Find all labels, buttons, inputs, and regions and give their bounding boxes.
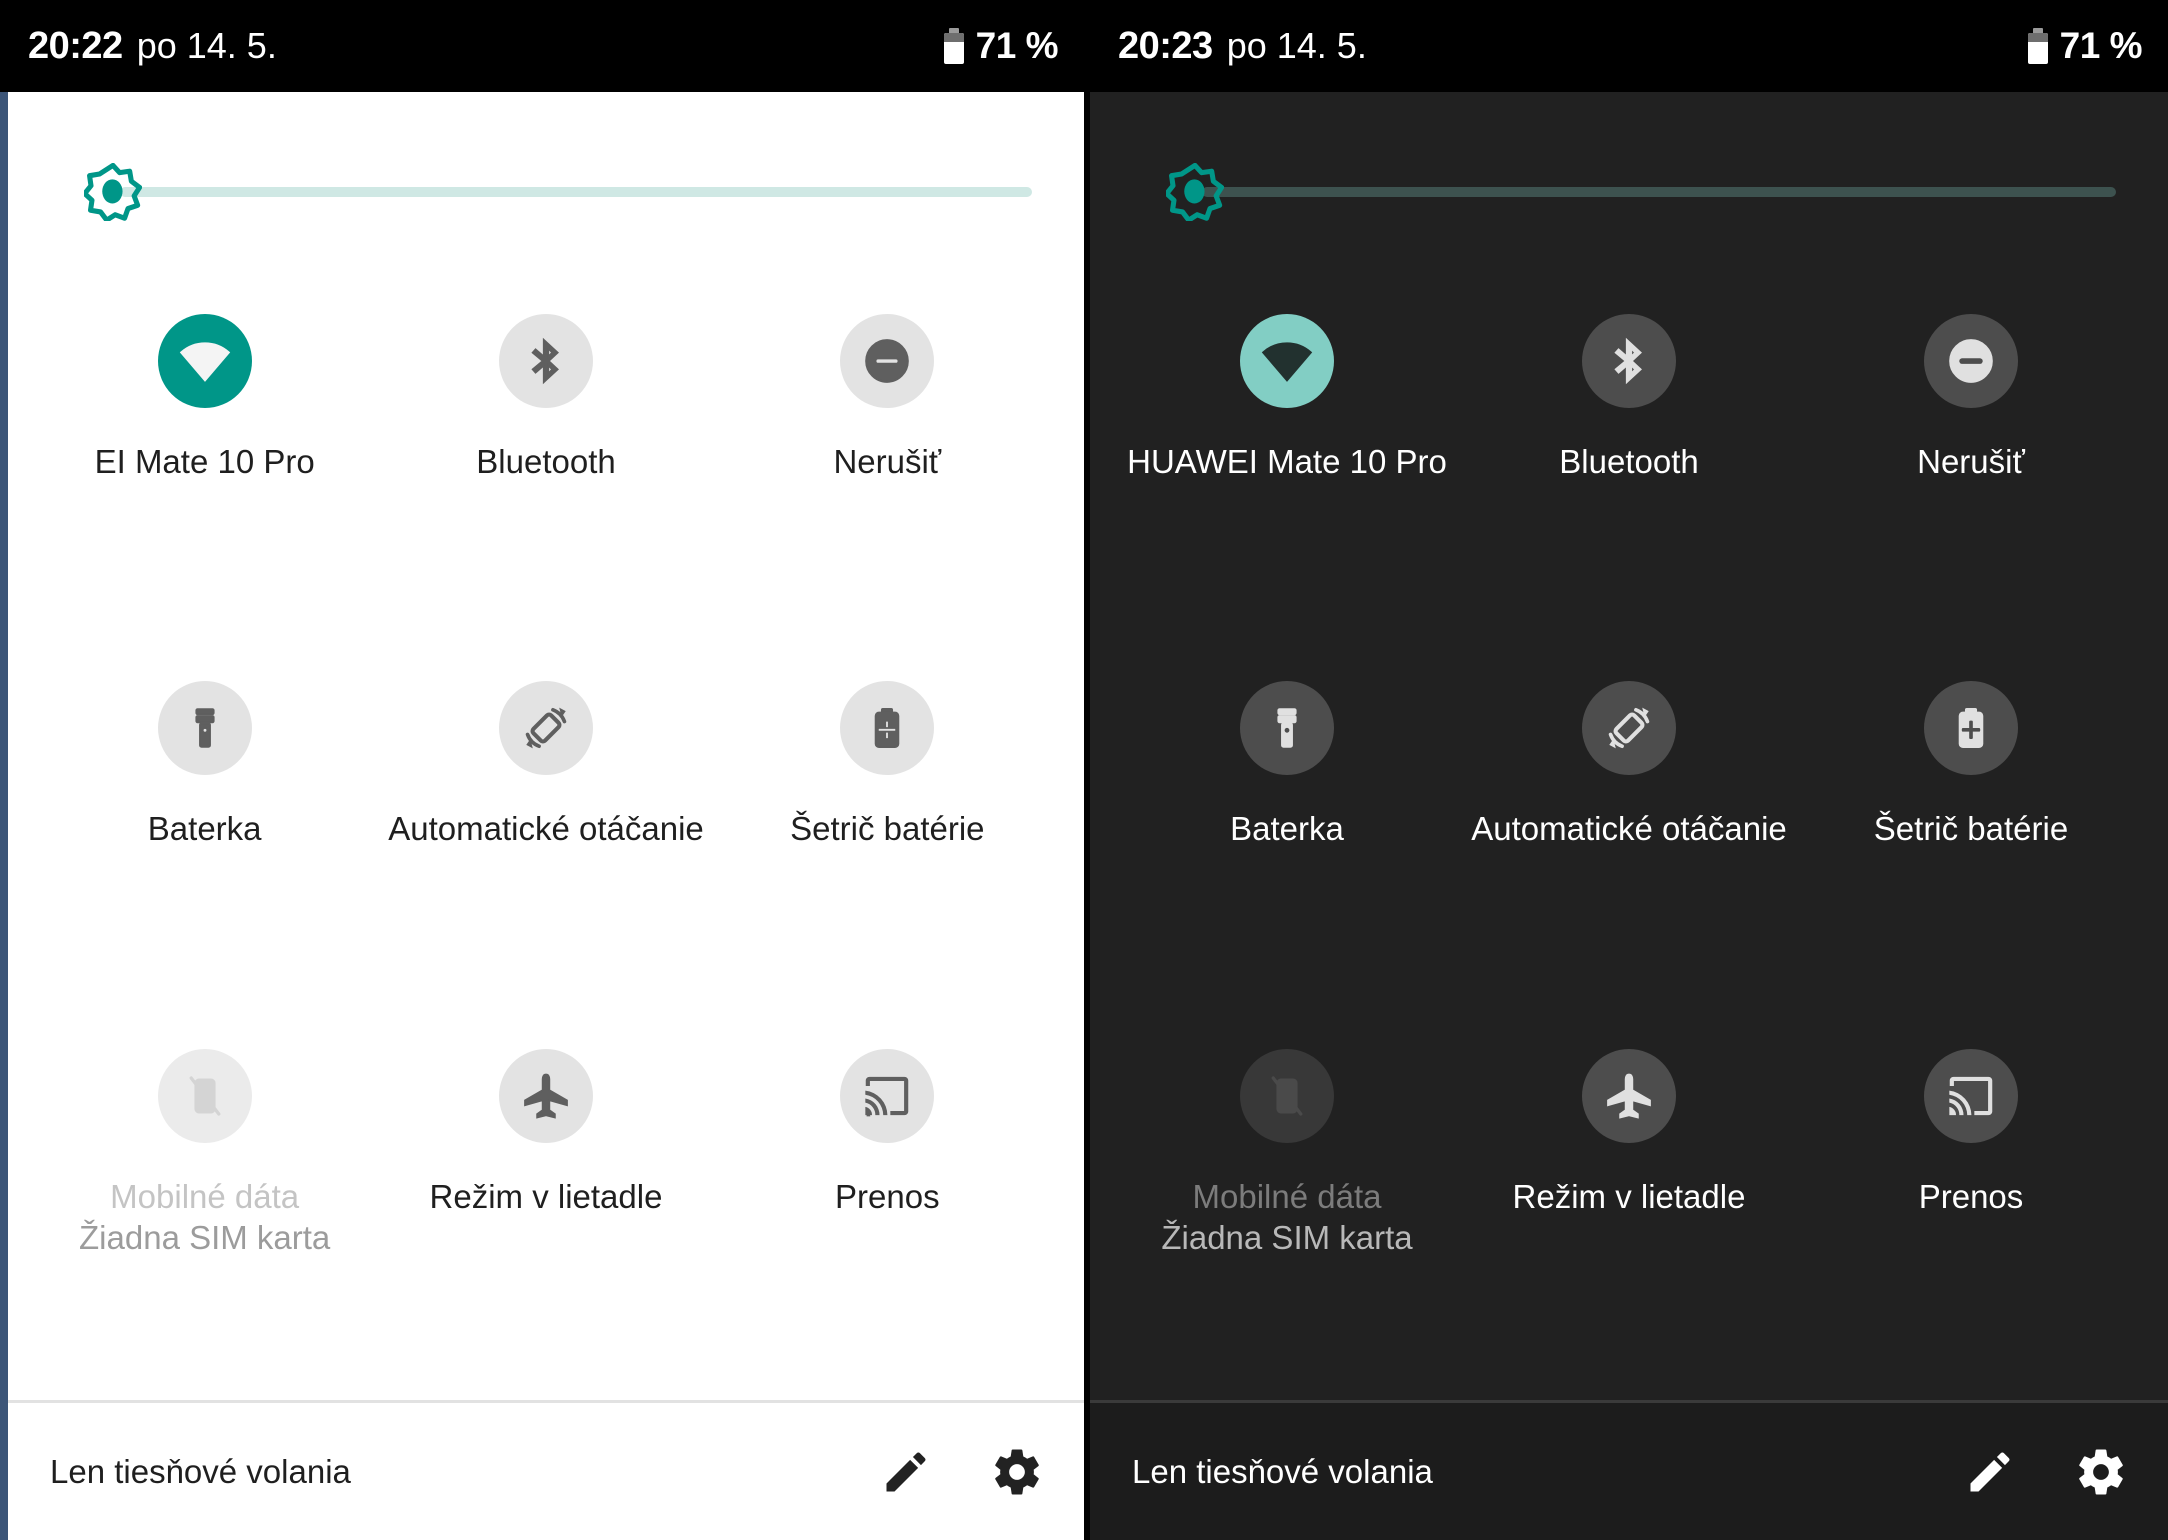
tile-flashlight[interactable]: Baterka xyxy=(1116,665,1458,1032)
status-bar: 20:22 po 14. 5. 71 % xyxy=(0,0,1084,92)
auto-rotate-icon[interactable] xyxy=(1582,681,1676,776)
cast-icon[interactable] xyxy=(840,1048,935,1143)
airplane-icon[interactable] xyxy=(1582,1048,1676,1143)
footer-actions xyxy=(1964,1445,2128,1499)
tile-mobile-data[interactable]: Mobilné dáta Žiadna SIM karta xyxy=(34,1033,375,1400)
status-clock: 20:23 xyxy=(1118,24,1213,67)
tile-sublabel: Žiadna SIM karta xyxy=(79,1218,331,1256)
do-not-disturb-icon[interactable] xyxy=(1924,314,2018,408)
brightness-slider-track[interactable] xyxy=(1202,187,2116,197)
tile-label: Šetrič batérie xyxy=(790,810,985,848)
tile-battery-saver[interactable]: Šetrič batérie xyxy=(717,665,1058,1032)
tile-wifi[interactable]: EI Mate 10 Pro xyxy=(34,298,375,665)
tile-auto-rotate[interactable]: Automatické otáčanie xyxy=(1458,665,1800,1032)
brightness-slider-track[interactable] xyxy=(120,187,1032,197)
flashlight-icon[interactable] xyxy=(1240,681,1334,776)
tile-label: Prenos xyxy=(835,1177,940,1215)
mobile-data-off-icon[interactable] xyxy=(157,1048,252,1143)
tile-bluetooth[interactable]: Bluetooth xyxy=(375,298,716,665)
battery-percentage: 71 % xyxy=(2059,25,2143,66)
do-not-disturb-icon[interactable] xyxy=(840,314,935,408)
dual-panel-comparison: 20:22 po 14. 5. 71 % EI Mate 10 Pro Blue… xyxy=(0,0,2168,1540)
tile-label: Bluetooth xyxy=(476,443,616,480)
status-clock: 20:22 xyxy=(28,24,123,67)
tile-label: Mobilné dáta xyxy=(1192,1177,1382,1215)
tile-flashlight[interactable]: Baterka xyxy=(34,665,375,1032)
tile-mobile-data[interactable]: Mobilné dáta Žiadna SIM karta xyxy=(1116,1033,1458,1400)
tile-label: HUAWEI Mate 10 Pro xyxy=(1127,443,1447,480)
tile-label: EI Mate 10 Pro xyxy=(94,443,315,480)
quick-settings-footer: Len tiesňové volania xyxy=(1090,1400,2168,1540)
status-date: po 14. 5. xyxy=(1226,24,1367,66)
tile-label: Mobilné dáta xyxy=(110,1177,300,1215)
status-bar-right: 71 % xyxy=(2027,25,2143,67)
tile-sublabel: Žiadna SIM karta xyxy=(1161,1218,1413,1256)
brightness-icon[interactable] xyxy=(1166,163,1224,221)
quick-settings-footer: Len tiesňové volania xyxy=(8,1400,1084,1540)
status-date: po 14. 5. xyxy=(136,24,277,66)
auto-rotate-icon[interactable] xyxy=(498,681,593,776)
bluetooth-icon[interactable] xyxy=(1582,314,1676,408)
tile-auto-rotate[interactable]: Automatické otáčanie xyxy=(375,665,716,1032)
flashlight-icon[interactable] xyxy=(157,681,252,776)
tile-cast[interactable]: Prenos xyxy=(717,1033,1058,1400)
airplane-icon[interactable] xyxy=(498,1048,593,1143)
tile-airplane-mode[interactable]: Režim v lietadle xyxy=(375,1033,716,1400)
pencil-icon[interactable] xyxy=(1964,1446,2016,1498)
tile-label: Automatické otáčanie xyxy=(1471,810,1787,848)
pencil-icon[interactable] xyxy=(880,1446,932,1498)
tile-label: Režim v lietadle xyxy=(429,1177,663,1215)
footer-actions xyxy=(880,1445,1044,1499)
gear-icon[interactable] xyxy=(2074,1445,2128,1499)
quick-settings-sheet: HUAWEI Mate 10 Pro Bluetooth Nerušiť Bat… xyxy=(1090,92,2168,1540)
tile-cast[interactable]: Prenos xyxy=(1800,1033,2142,1400)
tile-label: Šetrič batérie xyxy=(1873,810,2069,848)
tile-label: Prenos xyxy=(1918,1177,2024,1215)
battery-percentage: 71 % xyxy=(975,25,1059,66)
wifi-icon[interactable] xyxy=(1240,314,1334,408)
battery-icon xyxy=(2027,28,2048,64)
carrier-status-text: Len tiesňové volania xyxy=(1132,1452,1433,1490)
cast-icon[interactable] xyxy=(1924,1048,2018,1143)
battery-saver-icon[interactable] xyxy=(1924,681,2018,776)
tile-label: Automatické otáčanie xyxy=(388,810,704,848)
tile-label: Nerušiť xyxy=(833,443,942,480)
tile-wifi-label-clip: EI Mate 10 Pro xyxy=(35,442,375,482)
mobile-data-off-icon[interactable] xyxy=(1240,1048,1334,1143)
tile-wifi[interactable]: HUAWEI Mate 10 Pro xyxy=(1116,298,1458,665)
brightness-slider-row[interactable] xyxy=(8,92,1084,292)
tile-bluetooth[interactable]: Bluetooth xyxy=(1458,298,1800,665)
carrier-status-text: Len tiesňové volania xyxy=(50,1452,351,1490)
tile-airplane-mode[interactable]: Režim v lietadle xyxy=(1458,1033,1800,1400)
tile-do-not-disturb[interactable]: Nerušiť xyxy=(717,298,1058,665)
wifi-icon[interactable] xyxy=(157,314,252,408)
battery-saver-icon[interactable] xyxy=(840,681,935,776)
status-bar-left: 20:22 po 14. 5. xyxy=(28,25,277,68)
quick-settings-tile-grid: EI Mate 10 Pro Bluetooth Nerušiť Baterka… xyxy=(8,292,1084,1400)
brightness-slider-row[interactable] xyxy=(1090,92,2168,292)
bluetooth-icon[interactable] xyxy=(498,314,593,408)
gear-icon[interactable] xyxy=(990,1445,1044,1499)
tile-label: Nerušiť xyxy=(1917,443,2025,480)
tile-do-not-disturb[interactable]: Nerušiť xyxy=(1800,298,2142,665)
tile-label: Baterka xyxy=(1230,810,1344,848)
brightness-icon[interactable] xyxy=(84,163,142,221)
tile-label: Režim v lietadle xyxy=(1512,1177,1746,1215)
status-bar-left: 20:23 po 14. 5. xyxy=(1118,25,1367,68)
battery-icon xyxy=(943,28,964,64)
tile-label: Bluetooth xyxy=(1559,443,1699,480)
status-bar-right: 71 % xyxy=(943,25,1059,67)
tile-battery-saver[interactable]: Šetrič batérie xyxy=(1800,665,2142,1032)
quick-settings-panel-light: 20:22 po 14. 5. 71 % EI Mate 10 Pro Blue… xyxy=(0,0,1084,1540)
tile-label: Baterka xyxy=(147,810,262,848)
quick-settings-sheet: EI Mate 10 Pro Bluetooth Nerušiť Baterka… xyxy=(0,92,1084,1540)
quick-settings-panel-dark: 20:23 po 14. 5. 71 % HUAWEI Mate 10 Pro … xyxy=(1084,0,2168,1540)
quick-settings-tile-grid: HUAWEI Mate 10 Pro Bluetooth Nerušiť Bat… xyxy=(1090,292,2168,1400)
status-bar: 20:23 po 14. 5. 71 % xyxy=(1090,0,2168,92)
